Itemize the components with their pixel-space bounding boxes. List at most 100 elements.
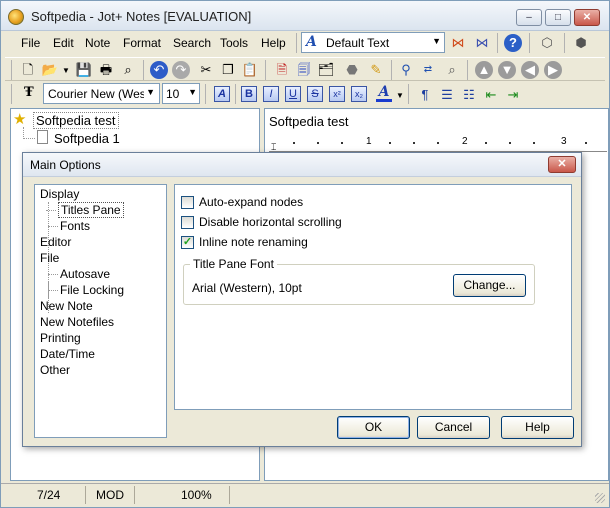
italic-button[interactable]: I (263, 86, 279, 102)
tree-node[interactable]: Softpedia 1 (54, 131, 120, 146)
decrease-indent-button[interactable]: ⇤ (482, 86, 500, 104)
increase-indent-button[interactable]: ⇥ (504, 86, 522, 104)
menu-search[interactable]: Search (173, 36, 211, 50)
cut-button[interactable]: ✂ (197, 61, 215, 79)
move-down-button[interactable]: ▼ (498, 61, 516, 79)
print-button[interactable]: 🖶 (97, 61, 115, 79)
menu-help[interactable]: Help (261, 36, 286, 50)
underline-button[interactable]: U (285, 86, 301, 102)
chevron-down-icon[interactable]: ▼ (396, 91, 404, 100)
move-up-button[interactable]: ▲ (475, 61, 493, 79)
paragraph-button[interactable]: ¶ (416, 86, 434, 104)
auto-expand-label[interactable]: Auto-expand nodes (199, 195, 303, 209)
ruler[interactable]: ⌶ 1 2 3 (269, 134, 607, 152)
copy-icon: ❐ (222, 62, 234, 77)
chevron-down-icon[interactable]: ▼ (188, 87, 197, 97)
help-button[interactable]: ? (504, 34, 522, 52)
package-open-button[interactable]: ⬢ (572, 34, 590, 52)
category-titles-pane[interactable]: Titles Pane (46, 202, 124, 218)
add-child-note-button[interactable]: 🗐 (295, 61, 313, 79)
menu-tools[interactable]: Tools (220, 36, 248, 50)
menu-file[interactable]: File (21, 36, 40, 50)
replace-button[interactable]: ⇄ (419, 61, 437, 79)
change-font-button[interactable]: Change... (453, 274, 526, 297)
menu-note[interactable]: Note (85, 36, 110, 50)
font-selector[interactable]: Courier New (Weste ▼ (43, 83, 160, 104)
strikethrough-button[interactable]: S (307, 86, 323, 102)
find-button[interactable]: ⚲ (397, 61, 415, 79)
redo-button[interactable]: ↷ (172, 61, 190, 79)
category-date-time[interactable]: Date/Time (40, 347, 95, 361)
paste-button[interactable]: 📋 (241, 61, 259, 79)
minimize-button[interactable]: – (516, 9, 542, 26)
style-a-icon: A (306, 34, 317, 50)
font-color-button[interactable]: A (376, 84, 392, 102)
search-notes-icon: ⌕ (448, 62, 456, 77)
disable-horizontal-scrolling-checkbox[interactable] (181, 216, 194, 229)
menu-bar: File Edit Note Format Search Tools Help (11, 31, 299, 55)
superscript-button[interactable]: x² (329, 86, 345, 102)
underline-icon: U (289, 88, 297, 100)
arrow-left-icon: ◀ (525, 62, 535, 77)
category-editor[interactable]: Editor (40, 235, 71, 249)
category-new-note[interactable]: New Note (40, 299, 93, 313)
attach-button[interactable]: ⬣ (343, 61, 361, 79)
dialog-close-button[interactable]: ✕ (548, 156, 576, 173)
split-notes-button[interactable]: ⋈ (473, 34, 491, 52)
merge-notes-button[interactable]: ⋈ (449, 34, 467, 52)
category-file[interactable]: File (40, 251, 59, 265)
open-folder-icon: 📂 (41, 62, 59, 77)
help-dialog-button[interactable]: Help (501, 416, 574, 439)
ruler-tick (317, 142, 319, 144)
maximize-button[interactable]: □ (545, 9, 571, 26)
disable-horizontal-scrolling-label[interactable]: Disable horizontal scrolling (199, 215, 342, 229)
dialog-title-bar[interactable]: Main Options ✕ (23, 153, 581, 177)
ruler-label: 3 (561, 136, 567, 147)
inline-note-renaming-checkbox[interactable]: ✓ (181, 236, 194, 249)
font-size-value: 10 (166, 87, 180, 101)
new-note-button[interactable]: 🗋 (19, 61, 37, 79)
style-selector[interactable]: A Default Text ▼ (301, 32, 445, 53)
add-note-button[interactable]: 🗎 (273, 61, 291, 79)
chevron-down-icon[interactable]: ▼ (146, 87, 155, 97)
note-properties-button[interactable]: 🗂 (317, 61, 335, 79)
inline-note-renaming-label[interactable]: Inline note renaming (199, 235, 308, 249)
menu-format[interactable]: Format (123, 36, 161, 50)
title-bar: Softpedia - Jot+ Notes [EVALUATION] – □ … (1, 1, 609, 31)
category-display[interactable]: Display (40, 187, 79, 201)
category-printing[interactable]: Printing (40, 331, 81, 345)
undo-button[interactable]: ↶ (150, 61, 168, 79)
numbered-list-button[interactable]: ☷ (460, 86, 478, 104)
chevron-down-icon[interactable]: ▼ (62, 66, 70, 75)
tree-root-node[interactable]: Softpedia test (33, 112, 119, 129)
category-other[interactable]: Other (40, 363, 70, 377)
print-preview-button[interactable]: ⌕ (119, 61, 137, 79)
bold-button[interactable]: B (241, 86, 257, 102)
auto-expand-checkbox[interactable] (181, 196, 194, 209)
chevron-down-icon[interactable]: ▼ (432, 36, 441, 46)
category-autosave[interactable]: Autosave (47, 267, 110, 281)
move-right-button[interactable]: ▶ (544, 61, 562, 79)
cancel-button[interactable]: Cancel (417, 416, 490, 439)
resize-grip-icon[interactable] (595, 493, 605, 503)
subscript-button[interactable]: x₂ (351, 86, 367, 102)
category-new-notefiles[interactable]: New Notefiles (40, 315, 114, 329)
category-fonts[interactable]: Fonts (47, 219, 90, 233)
package-button[interactable]: ⬡ (538, 34, 556, 52)
options-category-list[interactable]: Display Titles Pane Fonts Editor File Au… (34, 184, 167, 438)
font-dialog-button[interactable]: A (214, 86, 230, 102)
menu-edit[interactable]: Edit (53, 36, 74, 50)
bullet-list-button[interactable]: ☰ (438, 86, 456, 104)
font-size-selector[interactable]: 10 ▼ (162, 83, 200, 104)
close-button[interactable]: ✕ (574, 9, 600, 26)
search-notes-button[interactable]: ⌕ (443, 61, 461, 79)
category-file-locking[interactable]: File Locking (47, 283, 124, 297)
ok-button[interactable]: OK (337, 416, 410, 439)
highlight-button[interactable]: ✎ (367, 61, 385, 79)
save-button[interactable]: 💾 (75, 61, 93, 79)
move-left-button[interactable]: ◀ (521, 61, 539, 79)
ruler-tick (585, 142, 587, 144)
ruler-tick (509, 142, 511, 144)
copy-button[interactable]: ❐ (219, 61, 237, 79)
open-file-button[interactable]: 📂 (41, 61, 59, 79)
